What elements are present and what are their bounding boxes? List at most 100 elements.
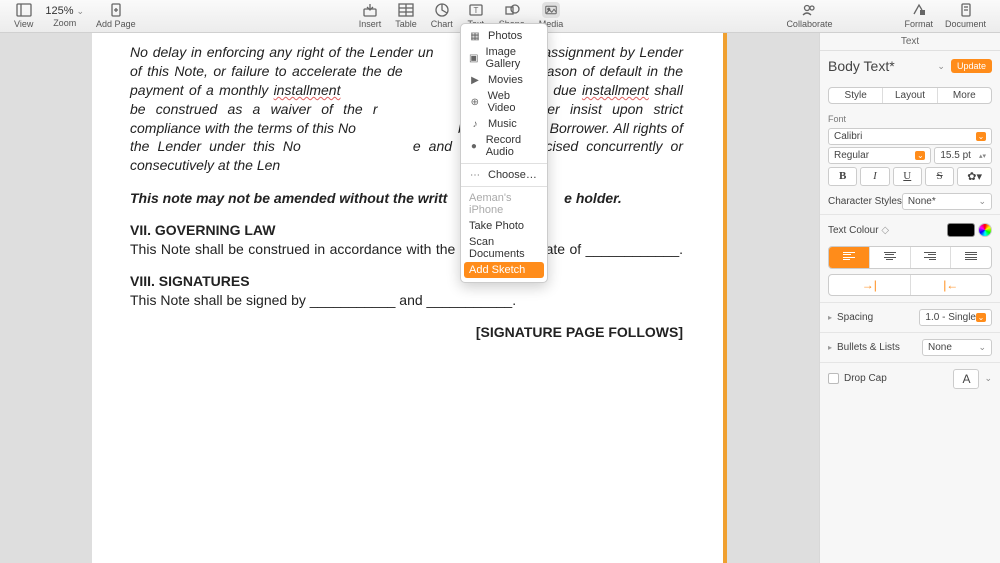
font-section-label: Font	[820, 110, 1000, 126]
disclosure-arrow-icon[interactable]: ▸	[828, 343, 832, 352]
menu-record-audio[interactable]: ●Record Audio	[461, 132, 547, 160]
media-dropdown: ▦Photos ▣Image Gallery ▶Movies ⊕Web Vide…	[460, 23, 548, 283]
text-align-segment	[828, 246, 992, 269]
bullets-label: Bullets & Lists	[837, 342, 917, 353]
paragraph-governing[interactable]: This Note shall be construed in accordan…	[130, 240, 683, 259]
view-menu[interactable]: View	[8, 2, 39, 29]
chevron-down-icon[interactable]: ⌄	[984, 373, 992, 384]
character-styles-select[interactable]: None*⌄	[902, 193, 992, 210]
menu-add-sketch[interactable]: Add Sketch	[464, 262, 544, 278]
paragraph-waiver[interactable]: No delay in enforcing any right of the L…	[130, 43, 683, 175]
chevron-down-icon[interactable]: ⌄	[937, 61, 945, 72]
align-center-button[interactable]	[870, 247, 911, 268]
stepper-icon: ◇	[881, 225, 889, 236]
document-canvas[interactable]: No delay in enforcing any right of the L…	[0, 33, 819, 563]
chevron-down-icon: ⌄	[978, 342, 986, 353]
menu-separator	[461, 163, 547, 164]
menu-separator	[461, 186, 547, 187]
menu-image-gallery[interactable]: ▣Image Gallery	[461, 44, 547, 72]
document-page[interactable]: No delay in enforcing any right of the L…	[92, 33, 727, 563]
heading-signatures[interactable]: VIII. SIGNATURES	[130, 273, 683, 289]
shape-icon	[503, 2, 521, 18]
text-colour-label: Text Colour	[828, 225, 879, 236]
spellcheck-installment-1[interactable]: installment	[274, 82, 341, 98]
text-options-button[interactable]: ✿▾	[957, 167, 992, 186]
document-icon	[957, 2, 975, 18]
zoom-control[interactable]: 125%⌄ Zoom	[39, 3, 90, 28]
chevron-down-icon: ⌄	[978, 196, 986, 207]
insert-icon	[361, 2, 379, 18]
paragraph-signed-by[interactable]: This Note shall be signed by ___________…	[130, 291, 683, 310]
format-icon	[910, 2, 928, 18]
sidebar-icon	[15, 2, 33, 18]
character-styles-label: Character Styles	[828, 196, 902, 207]
spellcheck-installment-2[interactable]: installment	[582, 82, 649, 98]
disclosure-arrow-icon[interactable]: ▸	[828, 313, 832, 322]
font-size-stepper[interactable]: 15.5 pt▴▾	[934, 147, 992, 164]
inspector-segment: Style Layout More	[828, 87, 992, 104]
collaborate-button[interactable]: Collaborate	[780, 2, 838, 29]
menu-movies[interactable]: ▶Movies	[461, 72, 547, 88]
paragraph-style-name[interactable]: Body Text*	[828, 58, 931, 74]
insert-button[interactable]: Insert	[353, 2, 388, 29]
segment-layout[interactable]: Layout	[883, 88, 937, 103]
inspector-tab-text[interactable]: Text	[820, 33, 1000, 51]
stepper-icon: ▴▾	[979, 152, 986, 160]
update-style-button[interactable]: Update	[951, 59, 992, 73]
mic-icon: ●	[469, 141, 479, 152]
segment-more[interactable]: More	[938, 88, 991, 103]
paragraph-amendment[interactable]: This note may not be amended without the…	[130, 189, 683, 208]
format-inspector: Text Body Text* ⌄ Update Style Layout Mo…	[819, 33, 1000, 563]
chart-icon	[433, 2, 451, 18]
gallery-icon: ▣	[469, 53, 478, 64]
music-icon: ♪	[469, 119, 481, 130]
menu-photos[interactable]: ▦Photos	[461, 28, 547, 44]
menu-take-photo[interactable]: Take Photo	[461, 218, 547, 234]
heading-governing-law[interactable]: VII. GOVERNING LAW	[130, 222, 683, 238]
bold-button[interactable]: B	[828, 167, 857, 186]
spacing-select[interactable]: 1.0 - Single⌄	[919, 309, 992, 326]
dropdown-arrow-icon: ⌄	[976, 132, 986, 141]
strikethrough-button[interactable]: S	[925, 167, 954, 186]
add-page-button[interactable]: Add Page	[90, 2, 142, 29]
dropdown-arrow-icon: ⌄	[915, 151, 925, 160]
menu-web-video[interactable]: ⊕Web Video	[461, 88, 547, 116]
ellipsis-icon: ⋯	[469, 170, 481, 181]
bullets-select[interactable]: None⌄	[922, 339, 992, 356]
chevron-down-icon: ⌄	[77, 6, 85, 17]
dropdown-arrow-icon: ⌄	[976, 313, 986, 322]
font-weight-select[interactable]: Regular⌄	[828, 147, 931, 164]
add-page-icon	[107, 2, 125, 18]
dropcap-style-button[interactable]: A	[953, 369, 979, 389]
media-icon	[542, 2, 560, 18]
format-button[interactable]: Format	[898, 2, 939, 29]
collaborate-icon	[800, 2, 818, 18]
signature-page-follows[interactable]: [SIGNATURE PAGE FOLLOWS]	[130, 324, 683, 340]
menu-iphone-header: Aeman's iPhone	[461, 190, 547, 218]
svg-text:T: T	[473, 6, 478, 15]
dropcap-label: Drop Cap	[844, 373, 948, 384]
menu-music[interactable]: ♪Music	[461, 116, 547, 132]
table-icon	[397, 2, 415, 18]
font-family-select[interactable]: Calibri⌄	[828, 128, 992, 145]
color-wheel-button[interactable]	[978, 223, 992, 237]
align-right-button[interactable]	[911, 247, 952, 268]
document-button[interactable]: Document	[939, 2, 992, 29]
dropcap-checkbox[interactable]	[828, 373, 839, 384]
indent-button[interactable]: |←	[911, 275, 992, 295]
underline-button[interactable]: U	[893, 167, 922, 186]
menu-scan-documents[interactable]: Scan Documents	[461, 234, 547, 262]
chart-button[interactable]: Chart	[425, 2, 459, 29]
align-left-button[interactable]	[829, 247, 870, 268]
movies-icon: ▶	[469, 75, 481, 86]
italic-button[interactable]: I	[860, 167, 889, 186]
web-video-icon: ⊕	[469, 97, 481, 108]
outdent-button[interactable]: →|	[829, 275, 911, 295]
spacing-label: Spacing	[837, 312, 914, 323]
menu-choose[interactable]: ⋯Choose…	[461, 167, 547, 183]
align-justify-button[interactable]	[951, 247, 991, 268]
segment-style[interactable]: Style	[829, 88, 883, 103]
photos-icon: ▦	[469, 31, 481, 42]
text-color-swatch[interactable]	[947, 223, 975, 237]
table-button[interactable]: Table	[389, 2, 423, 29]
